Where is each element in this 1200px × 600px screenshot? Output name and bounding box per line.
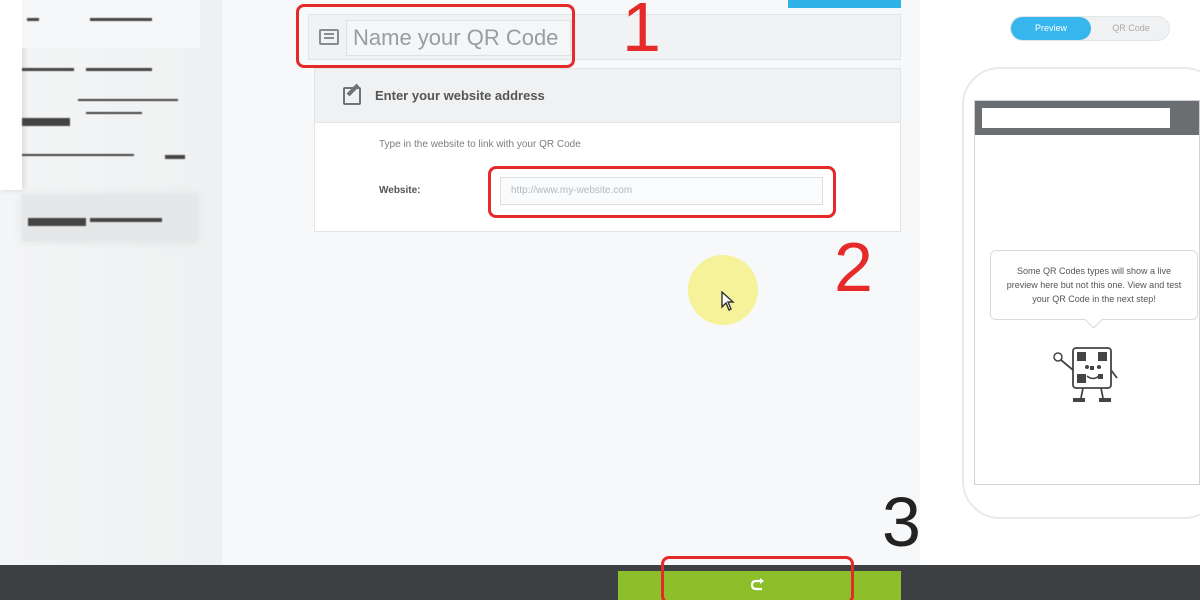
- website-section-title: Enter your website address: [375, 88, 545, 103]
- website-section-header: Enter your website address: [315, 69, 900, 123]
- preview-toggle: Preview QR Code: [1010, 16, 1170, 41]
- sidebar-blurred-line: [90, 218, 162, 222]
- preview-panel: Preview QR Code Some QR Codes types will…: [920, 0, 1200, 565]
- website-label: Website:: [379, 185, 421, 196]
- annotation-step-2: 2: [834, 228, 873, 306]
- left-sidebar: [0, 0, 222, 565]
- edit-icon: [343, 87, 361, 105]
- sidebar-blurred-line: [86, 68, 152, 71]
- sidebar-card: [22, 0, 200, 48]
- annotation-step-1: 1: [622, 0, 661, 66]
- sidebar-blurred-line: [78, 99, 178, 101]
- cursor-highlight: [688, 255, 758, 325]
- toggle-preview-button[interactable]: Preview: [1011, 17, 1091, 40]
- sidebar-card: [0, 0, 22, 190]
- sidebar-blurred-line: [27, 18, 39, 21]
- phone-browser-bar: [975, 101, 1199, 135]
- annotation-box-name: [296, 4, 575, 68]
- sidebar-blurred-line: [165, 155, 185, 159]
- sidebar-blurred-line: [22, 154, 134, 156]
- sidebar-blurred-line: [86, 112, 142, 114]
- sidebar-blurred-line: [90, 18, 152, 21]
- mouse-pointer-icon: [721, 291, 735, 311]
- preview-message-bubble: Some QR Codes types will show a live pre…: [990, 250, 1198, 320]
- qr-mascot-icon: [1053, 347, 1118, 402]
- website-hint: Type in the website to link with your QR…: [379, 139, 581, 150]
- qr-form-panel: Name your QR Code Enter your website add…: [222, 0, 920, 565]
- phone-url-bar: [982, 108, 1170, 128]
- bottom-bar: [0, 565, 1200, 600]
- sidebar-blurred-line: [28, 218, 86, 226]
- top-action-button[interactable]: [788, 0, 901, 8]
- annotation-box-next: [661, 556, 854, 600]
- annotation-box-website: [488, 166, 836, 218]
- sidebar-blurred-line: [22, 68, 74, 71]
- toggle-qr-code-button[interactable]: QR Code: [1091, 17, 1171, 40]
- annotation-step-3: 3: [882, 483, 921, 561]
- sidebar-blurred-line: [22, 118, 70, 126]
